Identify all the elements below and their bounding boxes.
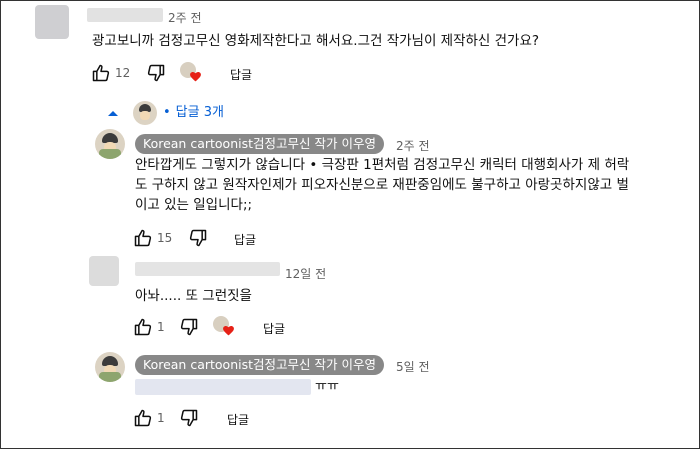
comment-text: 광고보니까 검정고무신 영화제작한다고 해서요.그건 작가님이 제작하신 건가요…: [92, 33, 540, 49]
commenter-name-blurred[interactable]: [87, 8, 163, 22]
bullet: •: [163, 105, 171, 120]
reply-text-line: 이고 있는 일입니다;;: [135, 197, 253, 213]
creator-heart-icon: [212, 316, 237, 338]
reply-actions: 15: [133, 228, 208, 248]
reply-actions: 1: [133, 316, 237, 338]
replier-name-blurred[interactable]: [135, 262, 280, 276]
creator-avatar[interactable]: [95, 352, 125, 382]
thumbs-up-icon: [134, 409, 152, 427]
thumbs-up-icon: [134, 229, 152, 247]
reply-text: 안타깝게도 그렇지가 않습니다 • 극장판 1편처럼 검정고무신 캐릭터 대행회…: [135, 155, 629, 215]
thumbs-down-icon[interactable]: [188, 228, 208, 248]
creator-heart-icon: [180, 62, 204, 84]
reply-text-suffix: ㅠㅠ: [315, 379, 339, 394]
like-button[interactable]: 12: [91, 63, 130, 83]
thumbs-down-icon[interactable]: [179, 317, 199, 337]
reply-time[interactable]: 5일 전: [396, 358, 430, 375]
creator-avatar-small: [133, 101, 157, 125]
reply-button[interactable]: 답글: [227, 411, 249, 428]
reply-button[interactable]: 답글: [263, 320, 285, 337]
thumbs-down-icon[interactable]: [146, 63, 166, 83]
reply-button[interactable]: 답글: [234, 231, 256, 248]
reply-actions: 1: [133, 408, 199, 428]
thumbs-up-icon: [134, 318, 152, 336]
thumbs-up-icon: [92, 64, 110, 82]
reply-time[interactable]: 2주 전: [396, 137, 430, 154]
replies-toggle[interactable]: • 답글 3개: [107, 101, 224, 125]
like-button[interactable]: 1: [133, 317, 165, 337]
reply-text-line: 도 구하지 않고 원작자인제가 피오자신분으로 재판중임에도 불구하고 아랑곳하…: [135, 177, 629, 193]
like-count: 15: [157, 231, 173, 245]
like-button[interactable]: 1: [133, 408, 165, 428]
reply-text: 아놔..... 또 그런짓을: [135, 288, 252, 304]
reply-text-blurred: [135, 379, 311, 395]
like-count: 12: [115, 66, 131, 80]
creator-avatar[interactable]: [95, 129, 125, 159]
chevron-up-icon: [108, 111, 118, 116]
commenter-avatar-blurred[interactable]: [35, 5, 69, 39]
reply-time[interactable]: 12일 전: [285, 265, 326, 282]
comment-actions: 12: [91, 62, 204, 84]
creator-name-chip[interactable]: Korean cartoonist검정고무신 작가 이우영: [135, 355, 384, 375]
reply-text-line: 안타깝게도 그렇지가 않습니다 • 극장판 1편처럼 검정고무신 캐릭터 대행회…: [135, 157, 630, 173]
comment-section: 2주 전 광고보니까 검정고무신 영화제작한다고 해서요.그건 작가님이 제작하…: [0, 0, 700, 449]
like-count: 1: [157, 320, 165, 334]
thumbs-down-icon[interactable]: [179, 408, 199, 428]
comment-time[interactable]: 2주 전: [168, 9, 202, 26]
creator-name-chip[interactable]: Korean cartoonist검정고무신 작가 이우영: [135, 134, 384, 154]
reply-button[interactable]: 답글: [230, 66, 252, 83]
replies-toggle-label: 답글 3개: [175, 105, 224, 120]
replier-avatar-blurred[interactable]: [89, 256, 119, 286]
like-count: 1: [157, 411, 165, 425]
like-button[interactable]: 15: [133, 228, 172, 248]
